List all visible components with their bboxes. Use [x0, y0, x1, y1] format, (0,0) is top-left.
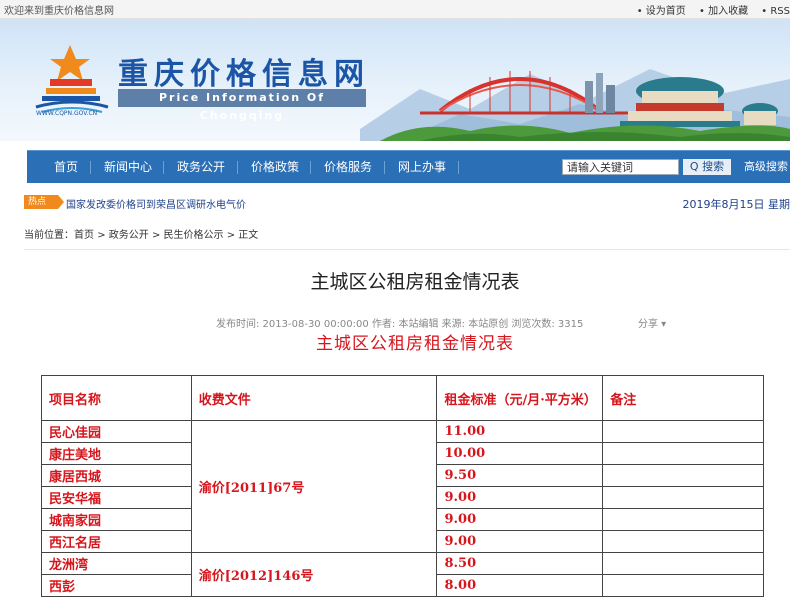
table-row: 龙洲湾 渝价[2012]146号 8.50 — [41, 552, 764, 597]
remarks-cell — [602, 552, 764, 575]
breadcrumb-current: 正文 — [238, 230, 259, 241]
remarks-cell — [602, 486, 764, 509]
rent-value-cell: 8.50 — [436, 552, 604, 575]
document-title: 主城区公租房租金情况表 — [316, 334, 514, 354]
breadcrumb-livelihood-prices[interactable]: 民生价格公示 — [164, 230, 224, 241]
nav-divider — [310, 161, 311, 174]
rent-value-cell: 9.00 — [436, 508, 604, 531]
nav-home[interactable]: 首页 — [54, 151, 78, 183]
remarks-cell — [602, 508, 764, 531]
search-button[interactable]: Q 搜索 — [683, 159, 731, 175]
site-logo-icon — [35, 45, 109, 113]
remarks-cell — [602, 420, 764, 443]
table-header-row: 项目名称 收费文件 租金标准（元/月·平方米） 备注 — [41, 375, 764, 421]
project-name-cell: 西江名居 — [41, 530, 192, 553]
share-button[interactable]: 分享 ▾ — [638, 315, 666, 330]
breadcrumb-home[interactable]: 首页 — [74, 230, 94, 241]
site-url: WWW.CQPN.GOV.CN — [36, 110, 98, 117]
nav-divider — [237, 161, 238, 174]
breadcrumb-separator: > — [97, 230, 106, 241]
table-row: 民心佳园 渝价[2011]67号 11.00 — [41, 420, 764, 553]
project-name-cell: 龙洲湾 — [41, 552, 192, 575]
breadcrumb-gov-affairs[interactable]: 政务公开 — [109, 230, 149, 241]
hot-news-link[interactable]: 国家发改委价格司到荣昌区调研水电气价 — [66, 196, 246, 211]
remarks-cell — [602, 464, 764, 487]
hot-badge: 热点 — [24, 195, 64, 209]
nav-divider — [458, 161, 459, 174]
project-name-cell: 康庄美地 — [41, 442, 192, 465]
site-banner: 重庆价格信息网 Price Information Of Chongqing W… — [0, 19, 790, 141]
rss-link[interactable]: • RSS — [761, 6, 790, 17]
add-favorite-link[interactable]: • 加入收藏 — [699, 6, 748, 17]
header-rent-standard: 租金标准（元/月·平方米） — [436, 375, 604, 421]
nav-price-policy[interactable]: 价格政策 — [251, 151, 299, 183]
main-nav: 首页 新闻中心 政务公开 价格政策 价格服务 网上办事 Q 搜索 高级搜索 — [27, 150, 790, 183]
nav-divider — [163, 161, 164, 174]
hot-news-bar: 热点 国家发改委价格司到荣昌区调研水电气价 2019年8月15日 星期 — [24, 194, 790, 212]
breadcrumb-separator: > — [226, 230, 236, 241]
site-title: 重庆价格信息网 — [118, 57, 370, 92]
nav-gov-affairs[interactable]: 政务公开 — [177, 151, 225, 183]
fee-document-cell: 渝价[2012]146号 — [190, 552, 438, 597]
article-title: 主城区公租房租金情况表 — [310, 271, 520, 293]
nav-divider — [90, 161, 91, 174]
project-name-cell: 西彭 — [41, 574, 192, 597]
nav-divider — [384, 161, 385, 174]
content-divider — [24, 249, 790, 250]
top-bar: 欢迎来到重庆价格信息网 • 设为首页 • 加入收藏 • RSS — [0, 0, 790, 19]
breadcrumb: 当前位置：首页 > 政务公开 > 民生价格公示 > 正文 — [24, 226, 258, 241]
header-remarks: 备注 — [602, 375, 764, 421]
rent-value-cell: 9.00 — [436, 530, 604, 553]
remarks-cell — [602, 574, 764, 597]
search-input[interactable] — [562, 159, 679, 175]
project-name-cell: 民心佳园 — [41, 420, 192, 443]
nav-news-center[interactable]: 新闻中心 — [104, 151, 152, 183]
rent-value-cell: 9.50 — [436, 464, 604, 487]
breadcrumb-separator: > — [151, 230, 161, 241]
article-meta: 发布时间: 2013-08-30 00:00:00 作者: 本站编辑 来源: 本… — [216, 319, 584, 330]
current-date: 2019年8月15日 星期 — [682, 198, 790, 211]
header-project-name: 项目名称 — [41, 375, 192, 421]
remarks-cell — [602, 442, 764, 465]
top-links: • 设为首页 • 加入收藏 • RSS — [627, 2, 790, 17]
advanced-search-link[interactable]: 高级搜索 — [744, 151, 788, 183]
rent-value-cell: 10.00 — [436, 442, 604, 465]
remarks-cell — [602, 530, 764, 553]
nav-price-service[interactable]: 价格服务 — [324, 151, 372, 183]
project-name-cell: 民安华福 — [41, 486, 192, 509]
welcome-text: 欢迎来到重庆价格信息网 — [4, 6, 114, 17]
nav-online-service[interactable]: 网上办事 — [398, 151, 446, 183]
rent-value-cell: 11.00 — [436, 420, 604, 443]
project-name-cell: 城南家园 — [41, 508, 192, 531]
breadcrumb-prefix: 当前位置： — [24, 230, 74, 241]
rent-value-cell: 9.00 — [436, 486, 604, 509]
site-subtitle: Price Information Of Chongqing — [118, 89, 366, 122]
set-home-link[interactable]: • 设为首页 — [637, 6, 686, 17]
rent-table: 项目名称 收费文件 租金标准（元/月·平方米） 备注 民心佳园 渝价[2011]… — [41, 375, 764, 597]
header-fee-document: 收费文件 — [190, 375, 438, 421]
fee-document-cell: 渝价[2011]67号 — [190, 420, 438, 553]
project-name-cell: 康居西城 — [41, 464, 192, 487]
rent-value-cell: 8.00 — [436, 574, 604, 597]
